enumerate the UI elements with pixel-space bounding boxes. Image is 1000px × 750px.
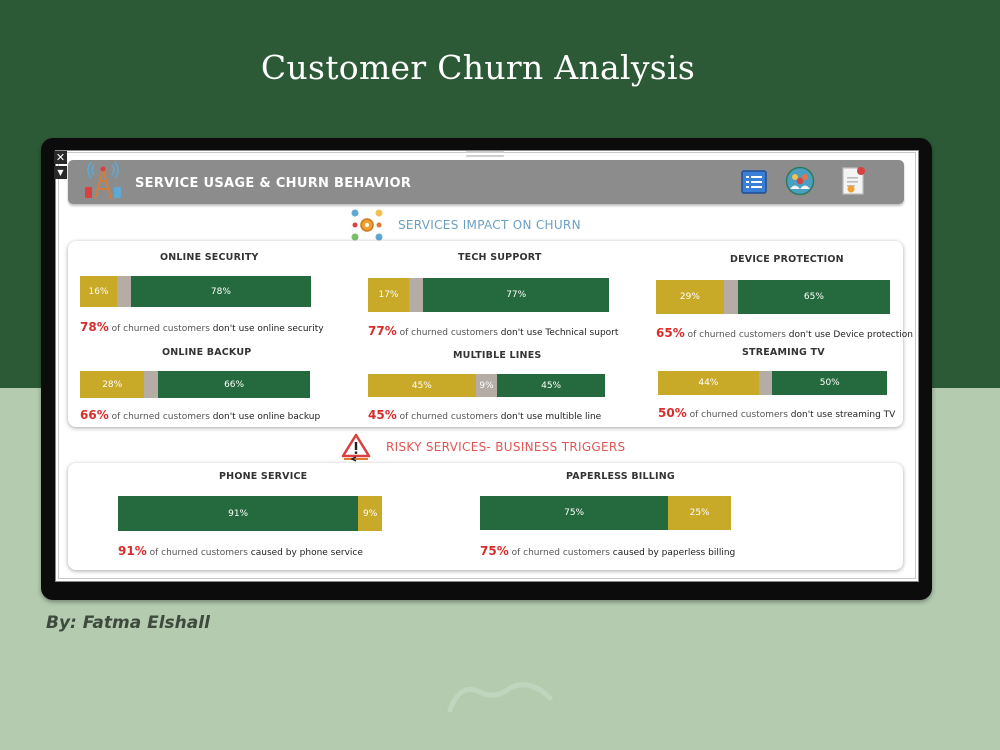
chart-title: STREAMING TV [742,347,825,358]
bar-segment [408,278,424,312]
insight-percent: 91% [118,544,147,558]
insight-keyword: phone service [299,548,363,558]
chart-title: MULTIBLE LINES [453,350,542,361]
insight-percent: 66% [80,408,109,422]
bar-segment: 16% [80,276,117,307]
list-icon[interactable] [741,170,767,194]
chart-insight-note: 75% of churned customers caused by paper… [480,544,735,558]
bar-segment [144,371,159,398]
chart-title: ONLINE SECURITY [160,252,259,263]
bar-segment: 28% [80,371,145,398]
insight-keyword: Device protection [833,330,913,340]
stacked-bar: 91% 9% [118,496,382,531]
bar-segment: 44% [658,371,759,395]
insight-verb: caused by [250,548,300,558]
close-icon[interactable]: ✕ [54,151,67,164]
bar-segment: 78% [130,276,311,307]
insight-percent: 78% [80,320,109,334]
insight-percent: 45% [368,408,397,422]
risky-services-title: RISKY SERVICES- BUSINESS TRIGGERS [386,440,626,454]
bar-segment: 91% [118,496,359,531]
bar-segment: 29% [656,280,724,314]
chart-title: DEVICE PROTECTION [730,254,844,265]
stacked-bar: 29% 65% [656,280,890,314]
insight-text: of churned customers [396,412,501,422]
insight-keyword: online security [257,324,324,334]
insight-text: of churned customers [684,330,789,340]
dashboard-header-title: SERVICE USAGE & CHURN BEHAVIOR [135,176,412,191]
insight-text: of churned customers [108,412,213,422]
cell-tower-icon [85,161,121,200]
insight-text: of churned customers [396,328,501,338]
watermark-logo [447,682,553,713]
stacked-bar: 16% 78% [80,276,311,307]
bar-segment [723,280,738,314]
chart-insight-note: 65% of churned customers don't use Devic… [656,326,913,340]
insight-text: of churned customers [146,548,251,558]
author-credit: By: Fatma Elshall [46,613,210,633]
stacked-bar: 28% 66% [80,371,310,398]
stacked-bar: 75% 25% [480,496,731,530]
document-icon[interactable] [838,165,868,197]
chart-insight-note: 91% of churned customers caused by phone… [118,544,363,558]
services-impact-title: SERVICES IMPACT ON CHURN [398,218,581,232]
warning-icon [341,433,371,462]
chart-title: TECH SUPPORT [458,252,542,263]
bar-segment: 25% [668,496,731,530]
insight-text: of churned customers [108,324,213,334]
chart-title: PHONE SERVICE [219,471,308,482]
stacked-bar: 44% 50% [658,371,887,395]
bar-segment: 45% [368,374,476,397]
bar-segment: 77% [423,278,609,312]
insight-percent: 50% [658,406,687,420]
insight-keyword: multible line [545,412,602,422]
insight-keyword: Technical suport [545,328,619,338]
bar-segment: 9% [358,496,382,531]
bar-segment: 75% [480,496,669,530]
stacked-bar: 17% 77% [368,278,609,312]
page-title: Customer Churn Analysis [260,48,696,87]
insight-verb: don't use [790,410,836,420]
bar-segment [116,276,131,307]
bar-segment: 65% [737,280,890,314]
bar-segment: 17% [368,278,409,312]
insight-verb: don't use [500,328,546,338]
chart-insight-note: 50% of churned customers don't use strea… [658,406,895,420]
insight-keyword: online backup [257,412,321,422]
bar-segment: 9% [475,374,498,397]
bar-segment: 45% [497,374,605,397]
insight-keyword: paperless billing [661,548,736,558]
insight-keyword: streaming TV [835,410,896,420]
insight-text: of churned customers [508,548,613,558]
insight-percent: 77% [368,324,397,338]
bar-segment [758,371,773,395]
chart-insight-note: 77% of churned customers don't use Techn… [368,324,618,338]
chart-title: PAPERLESS BILLING [566,471,675,482]
chart-insight-note: 45% of churned customers don't use multi… [368,408,601,422]
chart-insight-note: 66% of churned customers don't use onlin… [80,408,320,422]
insight-verb: don't use [212,324,258,334]
insight-percent: 65% [656,326,685,340]
insight-percent: 75% [480,544,509,558]
insight-verb: don't use [500,412,546,422]
menu-caret-icon[interactable]: ▼ [54,166,67,179]
people-icon[interactable] [785,166,815,196]
bar-segment: 66% [158,371,310,398]
chart-title: ONLINE BACKUP [162,347,252,358]
drag-handle[interactable] [466,151,504,159]
insight-verb: don't use [212,412,258,422]
stacked-bar: 45% 9% 45% [368,374,605,397]
insight-verb: don't use [788,330,834,340]
insight-text: of churned customers [686,410,791,420]
insight-verb: caused by [612,548,662,558]
services-gear-icon [351,209,383,241]
chart-insight-note: 78% of churned customers don't use onlin… [80,320,324,334]
bar-segment: 50% [772,371,887,395]
